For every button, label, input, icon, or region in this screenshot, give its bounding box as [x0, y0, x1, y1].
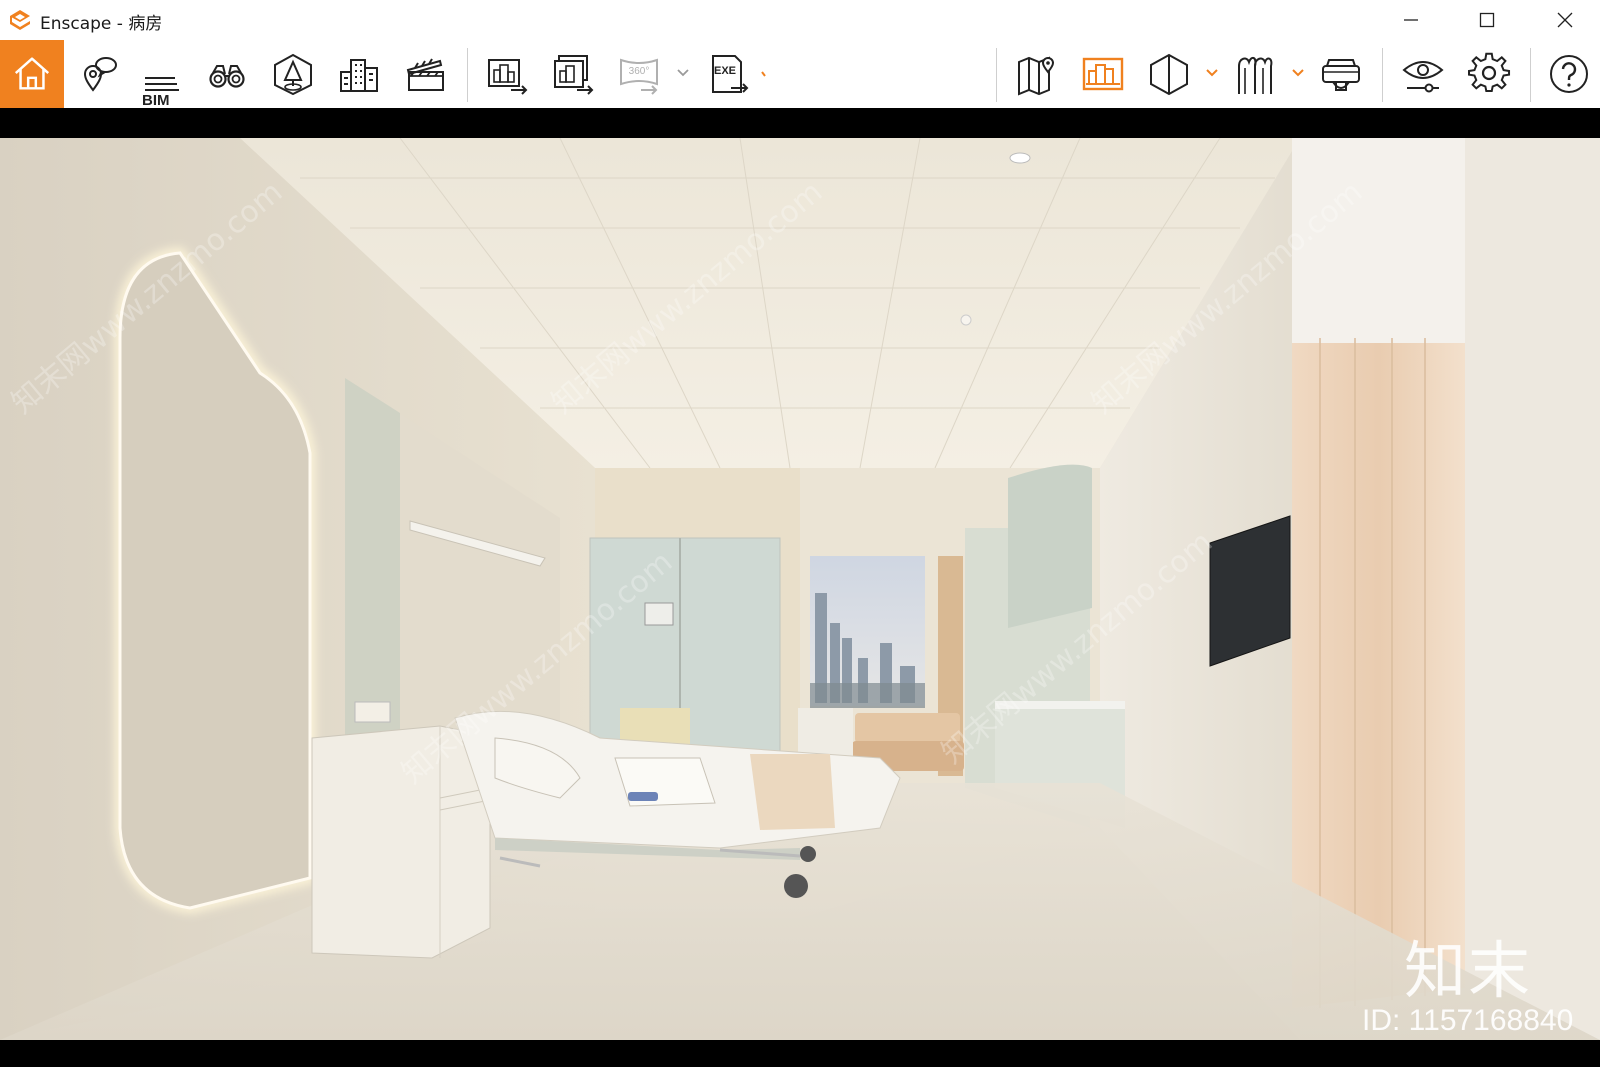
batch-export-icon — [554, 55, 594, 95]
toolbar-separator — [1382, 48, 1383, 102]
maximize-icon — [1479, 12, 1495, 28]
minimize-button[interactable] — [1376, 0, 1446, 40]
chevron-down-icon[interactable] — [675, 64, 691, 80]
close-icon — [1557, 12, 1573, 28]
exe-export-icon: EXE — [712, 55, 749, 93]
minimize-icon — [1404, 19, 1418, 21]
vr-headset-icon — [1322, 59, 1360, 91]
map-icon — [1018, 56, 1055, 96]
maximize-button[interactable] — [1452, 0, 1522, 40]
toolbar-separator — [996, 48, 997, 102]
home-icon — [14, 57, 50, 90]
panorama-export-button[interactable]: 360° — [610, 46, 668, 102]
video-editor-button[interactable] — [396, 46, 454, 102]
help-icon — [1550, 55, 1588, 93]
toolbar-separator — [467, 48, 468, 102]
viewport-letterbox-top — [0, 108, 1600, 138]
bim-icon — [145, 77, 179, 91]
watermark-brand: 知末 — [1404, 934, 1533, 1007]
bim-label: BIM — [142, 92, 170, 109]
gear-icon — [1467, 52, 1511, 93]
image-export-icon — [488, 59, 528, 95]
visual-settings-button[interactable] — [1394, 46, 1452, 102]
asset-library-button[interactable] — [264, 46, 322, 102]
exe-export-button[interactable]: EXE — [700, 46, 758, 102]
binoculars-button[interactable] — [198, 46, 256, 102]
outline-icon — [1238, 56, 1273, 94]
render-viewport[interactable]: 知末网www.znzmo.com 知末网www.znzmo.com 知末网www… — [0, 138, 1600, 1040]
chevron-down-icon[interactable] — [1204, 64, 1220, 80]
binoculars-icon — [209, 65, 245, 88]
toolbar-separator — [1530, 48, 1531, 102]
screenshot-export-button[interactable] — [478, 46, 536, 102]
buildings-icon — [340, 59, 378, 92]
home-button[interactable] — [0, 40, 64, 108]
asset-library-icon — [274, 53, 312, 96]
viewport-letterbox-bottom — [0, 1040, 1600, 1067]
close-button[interactable] — [1530, 0, 1600, 40]
site-context-button[interactable] — [330, 46, 388, 102]
title-bar: Enscape - 病房 — [0, 0, 1600, 40]
render-settings-button[interactable] — [1074, 46, 1132, 102]
vr-headset-button[interactable] — [1312, 46, 1370, 102]
watermark-id: ID: 1157168840 — [1362, 1004, 1574, 1037]
eye-icon — [1402, 61, 1444, 93]
location-bubble-icon — [83, 57, 117, 92]
exe-label: EXE — [714, 65, 736, 77]
map-button[interactable] — [1008, 46, 1066, 102]
main-toolbar: BIM 360° EXE — [0, 40, 1600, 143]
views-button[interactable] — [70, 46, 128, 102]
cube-icon — [1150, 53, 1188, 96]
enscape-logo-icon — [10, 10, 30, 30]
batch-export-button[interactable] — [544, 46, 602, 102]
settings-button[interactable] — [1460, 46, 1518, 102]
panorama-360-icon: 360° — [620, 58, 658, 95]
panorama-label: 360° — [629, 66, 650, 77]
section-box-button[interactable] — [1140, 46, 1198, 102]
hospital-ward-scene — [0, 138, 1600, 1040]
help-button[interactable] — [1540, 46, 1598, 102]
render-settings-icon — [1082, 57, 1124, 91]
window-title: Enscape - 病房 — [40, 14, 163, 34]
chevron-down-icon[interactable] — [1290, 64, 1306, 80]
exe-indicator-icon — [761, 71, 766, 77]
outline-button[interactable] — [1226, 46, 1284, 102]
clapperboard-icon — [406, 58, 444, 91]
